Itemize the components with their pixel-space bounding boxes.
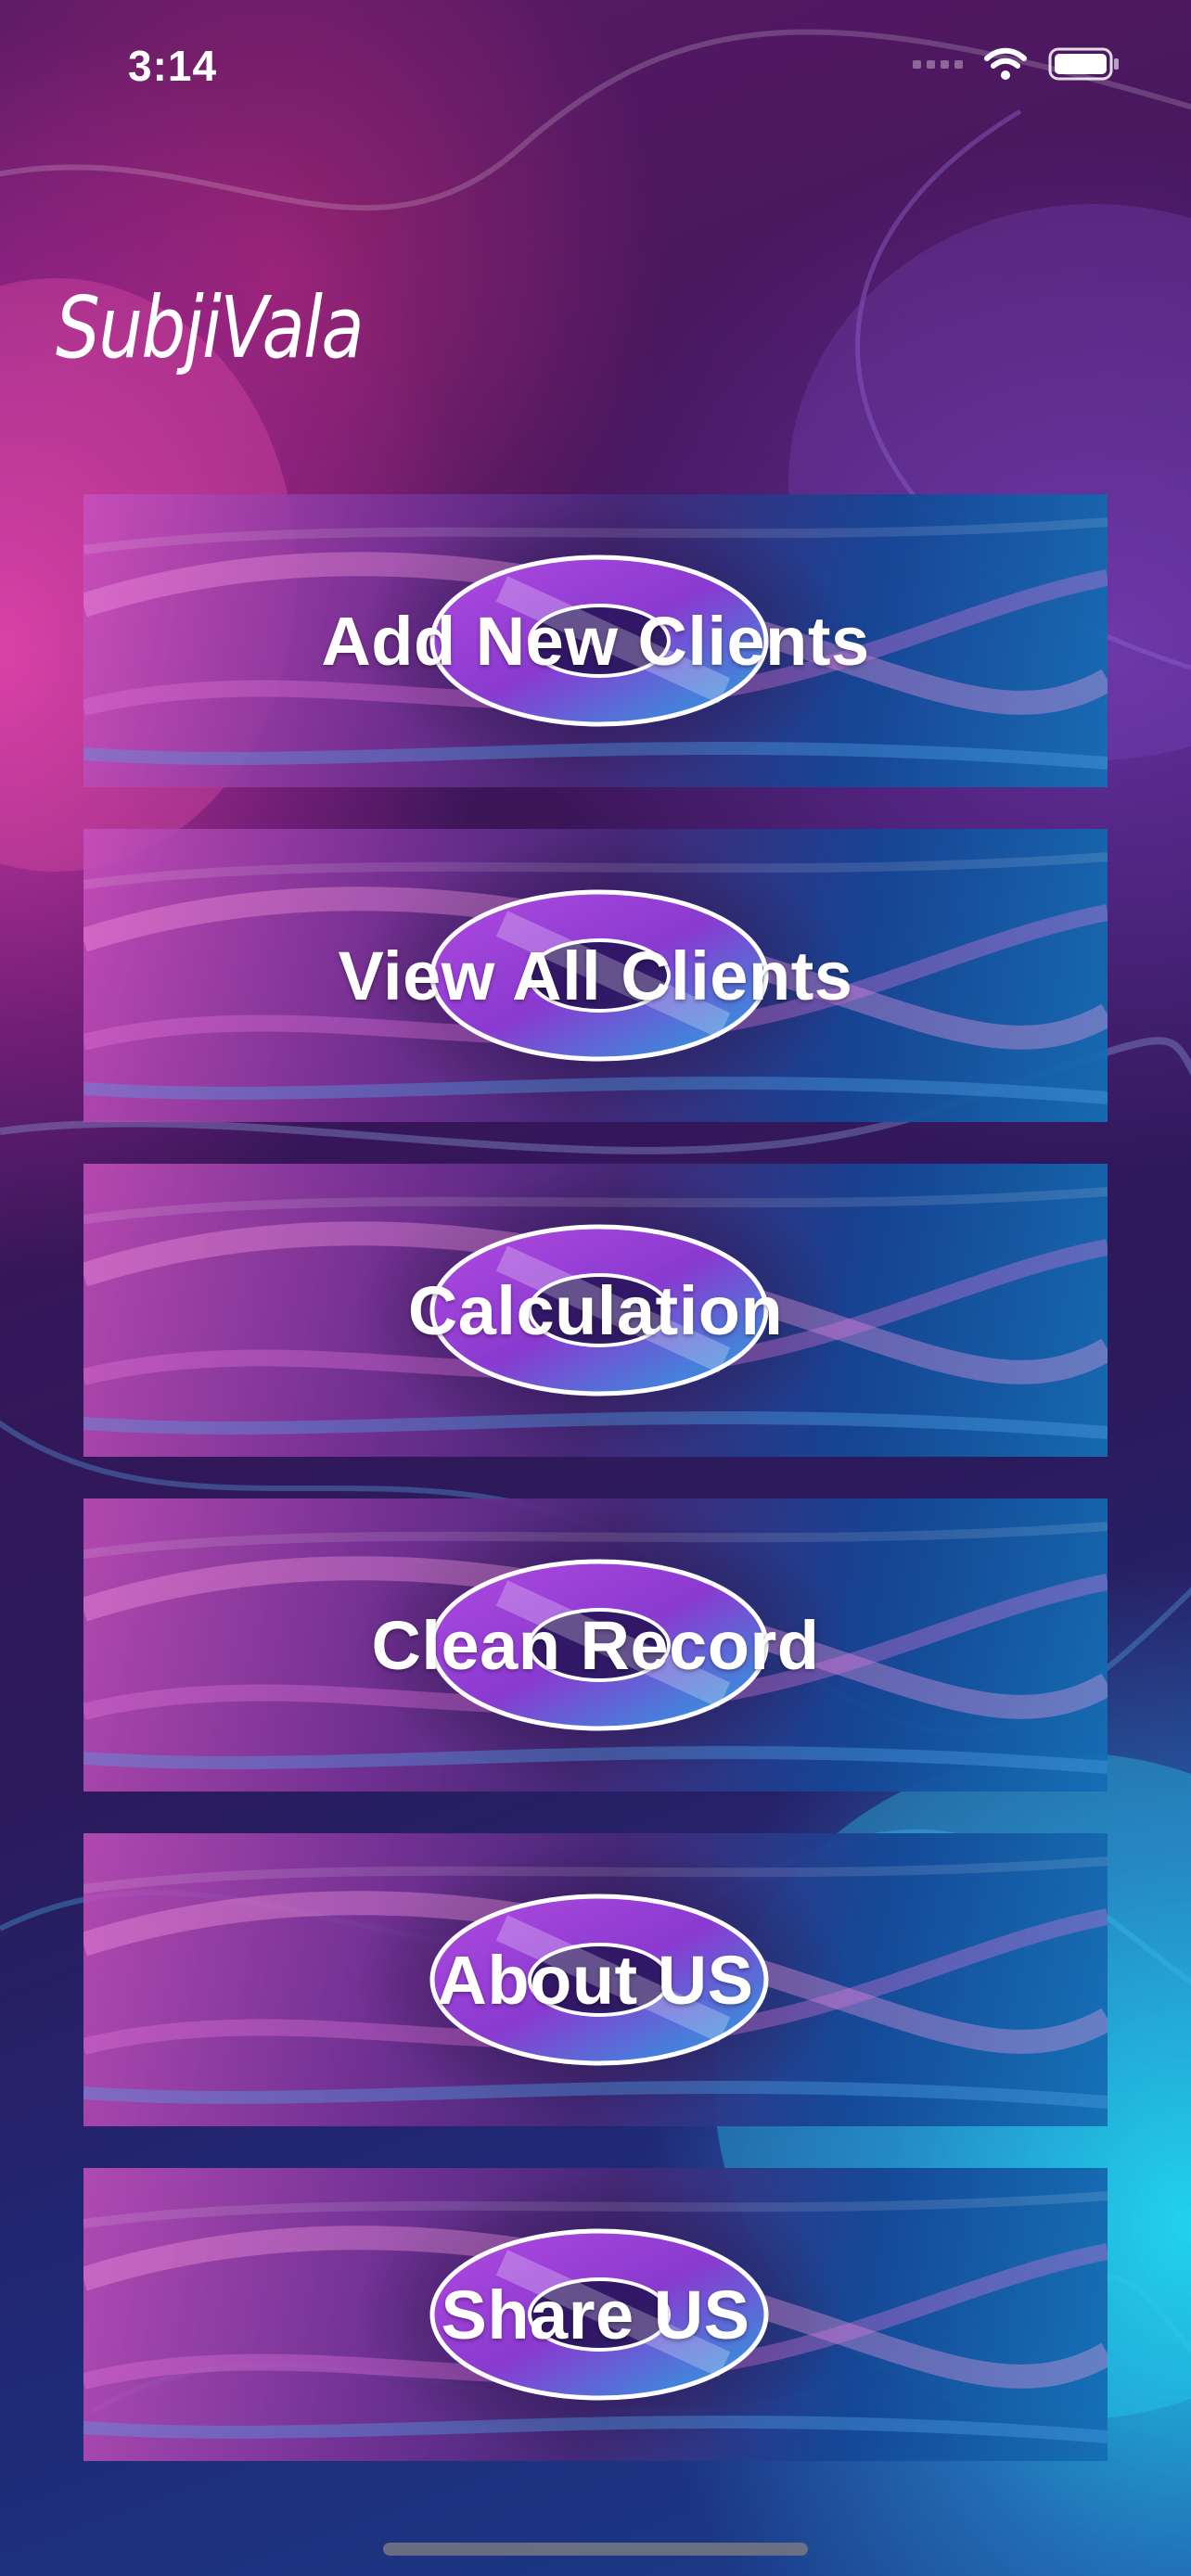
signal-icon xyxy=(913,59,963,69)
clean-record-label: Clean Record xyxy=(371,1606,820,1684)
clean-record-button[interactable]: Clean Record xyxy=(83,1498,1108,1792)
calculation-label: Calculation xyxy=(407,1271,784,1349)
status-time: 3:14 xyxy=(128,42,218,90)
about-us-button[interactable]: About US xyxy=(83,1833,1108,2126)
calculation-button[interactable]: Calculation xyxy=(83,1164,1108,1457)
add-new-clients-label: Add New Clients xyxy=(321,602,870,680)
add-new-clients-button[interactable]: Add New Clients xyxy=(83,494,1108,787)
about-us-label: About US xyxy=(437,1941,754,2019)
status-bar: 3:14 xyxy=(0,0,1191,130)
home-indicator[interactable] xyxy=(383,2543,808,2556)
share-us-button[interactable]: Share US xyxy=(83,2168,1108,2461)
app-title: SubjiVala xyxy=(56,278,365,377)
view-all-clients-label: View All Clients xyxy=(338,937,853,1014)
wifi-icon xyxy=(984,47,1027,80)
view-all-clients-button[interactable]: View All Clients xyxy=(83,829,1108,1122)
share-us-label: Share US xyxy=(441,2276,750,2353)
battery-icon xyxy=(1048,47,1119,81)
status-icons xyxy=(913,46,1119,82)
main-menu: Add New Clients View All Clients Calcula… xyxy=(83,494,1108,2461)
